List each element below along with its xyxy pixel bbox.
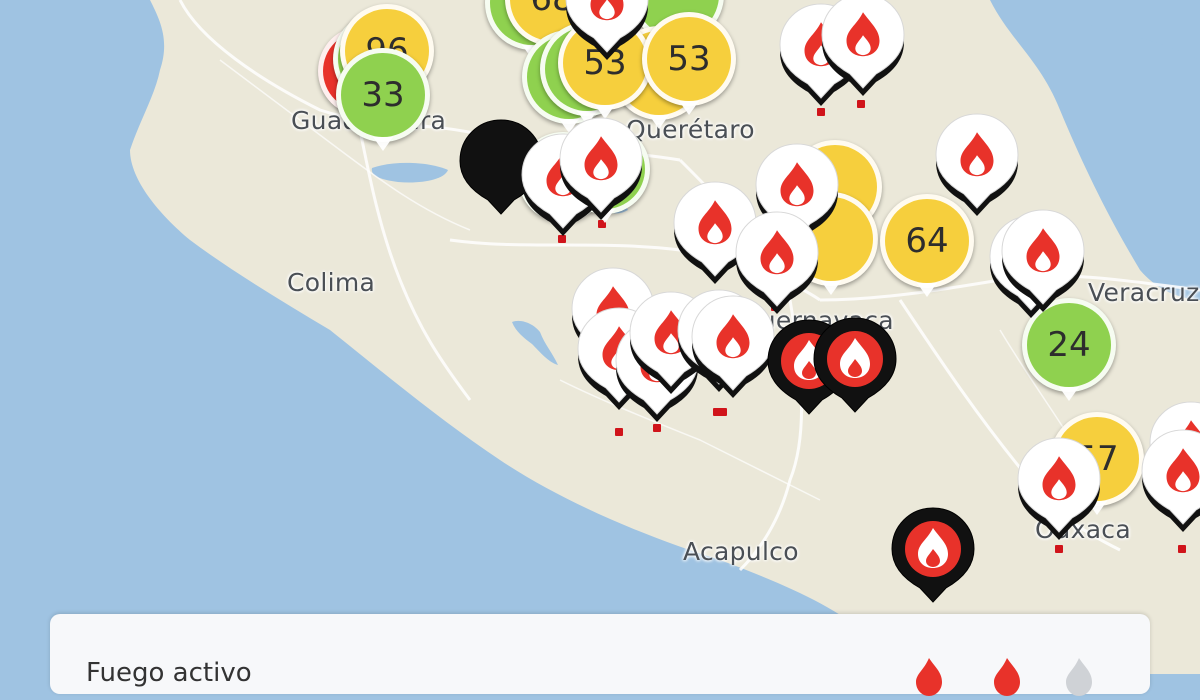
fire-pin-marker[interactable] <box>820 0 906 96</box>
legend-title: Fuego activo <box>86 658 252 688</box>
fire-pin-marker[interactable] <box>564 0 650 60</box>
fire-pin-marker[interactable] <box>558 116 644 220</box>
fire-pin-marker[interactable] <box>934 112 1020 216</box>
cluster-count: 24 <box>1047 325 1090 365</box>
fire-marker-dot <box>615 428 623 436</box>
fire-cluster-marker[interactable]: 53 <box>642 12 736 106</box>
cluster-count: 53 <box>667 39 710 79</box>
fire-pin-marker[interactable] <box>890 506 976 610</box>
fire-marker-dot <box>1178 545 1186 553</box>
flame-icon <box>990 656 1024 696</box>
city-label-colima: Colima <box>287 268 375 297</box>
city-label-acapulco: Acapulco <box>683 537 799 566</box>
fire-pin-marker[interactable] <box>690 294 776 398</box>
fire-marker-dot <box>558 235 566 243</box>
flame-icon <box>1062 656 1096 696</box>
fire-pin-marker[interactable] <box>812 316 898 420</box>
flame-icon <box>912 656 946 696</box>
fire-pin-marker[interactable] <box>1140 428 1200 532</box>
cluster-count: 33 <box>361 75 404 115</box>
fire-pin-marker[interactable] <box>1016 436 1102 540</box>
fire-marker-dot <box>1055 545 1063 553</box>
fire-marker-dot <box>719 408 727 416</box>
legend-panel: Fuego activo <box>50 614 1150 694</box>
city-label-queretaro: Querétaro <box>626 115 755 144</box>
cluster-count: 64 <box>905 221 948 261</box>
fire-cluster-marker[interactable]: 33 <box>336 48 430 142</box>
fire-marker-dot <box>817 108 825 116</box>
fire-pin-marker[interactable] <box>1000 208 1086 312</box>
city-label-veracruz: Veracruz <box>1088 278 1200 307</box>
fire-marker-dot <box>653 424 661 432</box>
